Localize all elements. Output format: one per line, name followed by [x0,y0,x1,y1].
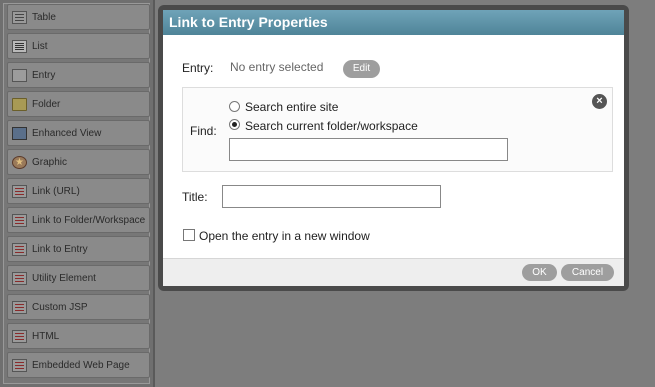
dialog-title[interactable]: Link to Entry Properties [163,10,624,35]
palette-list: Table List Entry Folder Enhanced View ★ … [3,3,150,384]
palette-item-label: Custom JSP [32,301,88,313]
palette-item-utility-element[interactable]: Utility Element [7,265,150,291]
find-input[interactable] [229,138,508,161]
dialog-footer: OK Cancel [163,258,624,286]
palette-item-label: Table [32,11,56,23]
custom-jsp-icon [12,300,27,314]
palette-item-link-folder[interactable]: Link to Folder/Workspace [7,207,150,233]
ok-button[interactable]: OK [522,264,557,281]
palette-item-enhanced-view[interactable]: Enhanced View [7,120,150,146]
palette-item-entry[interactable]: Entry [7,62,150,88]
palette-item-label: Folder [32,98,61,110]
open-new-window-label[interactable]: Open the entry in a new window [199,229,370,243]
search-current-folder-label[interactable]: Search current folder/workspace [245,119,418,133]
link-to-entry-dialog: Link to Entry Properties Entry: No entry… [158,5,629,291]
title-input[interactable] [222,185,441,208]
palette-item-table[interactable]: Table [7,4,150,30]
table-icon [12,10,27,24]
palette-item-label: Link (URL) [32,185,80,197]
close-icon[interactable]: × [592,94,607,109]
palette-item-label: Enhanced View [32,127,102,139]
link-folder-icon [12,213,27,227]
palette-item-link-entry[interactable]: Link to Entry [7,236,150,262]
graphic-icon: ★ [12,155,27,169]
cancel-button[interactable]: Cancel [561,264,614,281]
palette-item-embedded-web-page[interactable]: Embedded Web Page [7,352,150,378]
palette-item-html[interactable]: HTML [7,323,150,349]
find-label: Find: [190,124,217,138]
palette-item-label: HTML [32,330,60,342]
palette-item-graphic[interactable]: ★ Graphic [7,149,150,175]
utility-element-icon [12,271,27,285]
element-palette: Table List Entry Folder Enhanced View ★ … [0,0,155,387]
html-icon [12,329,27,343]
title-label: Title: [182,190,208,204]
edit-button[interactable]: Edit [343,60,380,78]
palette-item-label: Utility Element [32,272,96,284]
palette-item-list[interactable]: List [7,33,150,59]
link-entry-icon [12,242,27,256]
search-entire-site-radio[interactable] [229,101,240,112]
search-entire-site-label[interactable]: Search entire site [245,100,338,114]
search-current-folder-radio[interactable] [229,119,240,130]
embedded-web-page-icon [12,358,27,372]
palette-item-label: Link to Folder/Workspace [32,214,146,226]
palette-item-custom-jsp[interactable]: Custom JSP [7,294,150,320]
dialog-body: Link to Entry Properties Entry: No entry… [163,10,624,286]
palette-item-label: Entry [32,69,56,81]
palette-item-link-url[interactable]: Link (URL) [7,178,150,204]
palette-item-label: List [32,40,48,52]
entry-icon [12,68,27,82]
link-url-icon [12,184,27,198]
palette-item-label: Graphic [32,156,68,168]
entry-label: Entry: [182,61,214,75]
palette-item-label: Link to Entry [32,243,88,255]
open-new-window-checkbox[interactable] [183,229,195,241]
entry-value: No entry selected [230,60,324,74]
list-icon [12,39,27,53]
enhanced-view-icon [12,126,27,140]
palette-item-folder[interactable]: Folder [7,91,150,117]
folder-icon [12,97,27,111]
palette-item-label: Embedded Web Page [32,359,130,371]
find-panel: Find: Search entire site Search current … [182,87,613,172]
